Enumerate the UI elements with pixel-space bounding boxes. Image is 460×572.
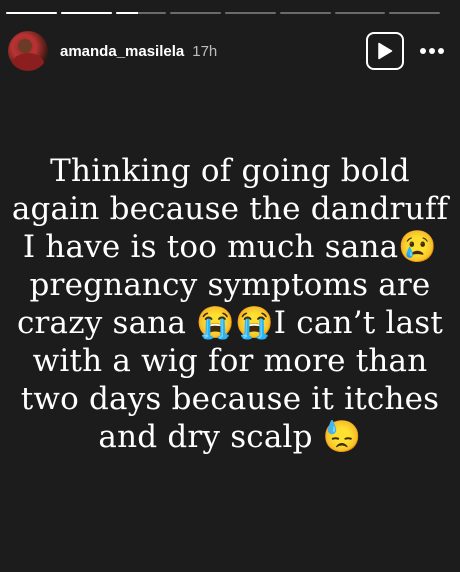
progress-segment xyxy=(389,12,440,14)
more-options-icon xyxy=(420,48,444,54)
avatar[interactable] xyxy=(8,31,48,71)
progress-segment xyxy=(115,12,167,14)
progress-segment xyxy=(6,12,57,14)
more-options-button[interactable] xyxy=(418,37,446,65)
play-button[interactable] xyxy=(366,32,404,70)
username-link[interactable]: amanda_masilela xyxy=(60,43,184,60)
play-icon xyxy=(378,42,393,60)
progress-segment xyxy=(170,12,221,14)
progress-segment xyxy=(225,12,276,14)
post-time: 17h xyxy=(192,42,218,60)
progress-segment xyxy=(334,12,386,14)
story-viewer: amanda_masilela 17h Thinking of going bo… xyxy=(0,0,460,572)
progress-segment xyxy=(60,12,112,14)
story-progress-bar xyxy=(6,12,440,15)
progress-segment xyxy=(279,12,331,14)
story-caption: Thinking of going bold again because the… xyxy=(11,153,449,455)
story-header: amanda_masilela 17h xyxy=(8,30,446,72)
